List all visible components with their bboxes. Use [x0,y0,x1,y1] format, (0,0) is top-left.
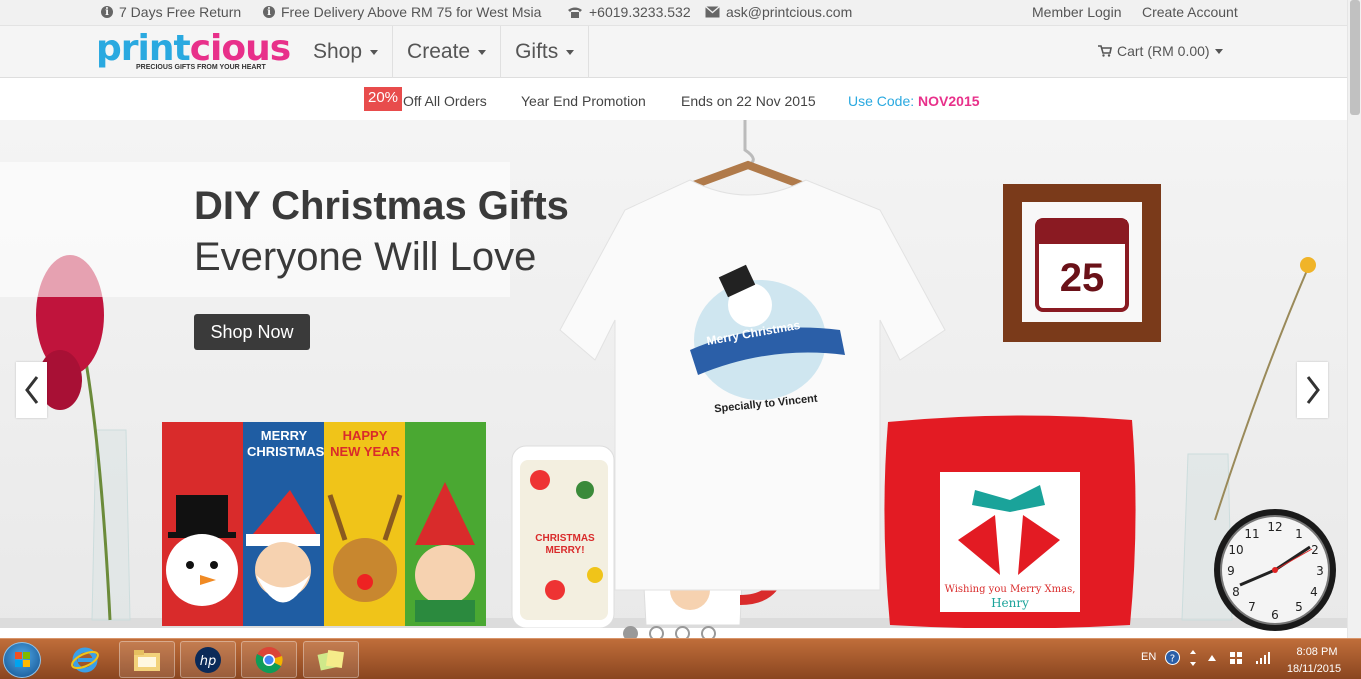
windows-logo-icon [15,652,30,667]
promo-code-group: Use Code: NOV2015 [848,93,980,109]
create-menu-label: Create [407,40,471,63]
promo-code-label: Use Code: [848,93,915,109]
pillow-text: Wishing you Merry Xmas, [944,584,1076,595]
scrollbar-thumb[interactable] [1350,0,1360,115]
chrome-icon [255,646,283,673]
promo-bar[interactable]: 20% Off All Orders Year End Promotion En… [0,78,1347,120]
email-link[interactable]: ask@printcious.com [726,4,852,20]
free-return-text: 7 Days Free Return [119,4,242,20]
puzzle-happy-new-year-text: HAPPY NEW YEAR [330,428,400,459]
gifts-menu[interactable]: Gifts [501,26,590,78]
main-navbar: printcious PRECIOUS GIFTS FROM YOUR HEAR… [0,25,1347,78]
promo-end-date: Ends on 22 Nov 2015 [681,93,816,109]
network-signal-icon[interactable] [1255,651,1271,665]
taskbar-time[interactable]: 8:08 PM [1291,646,1343,658]
svg-text:1: 1 [1295,527,1303,541]
shop-menu-label: Shop [313,40,363,63]
printcious-logo[interactable]: printcious PRECIOUS GIFTS FROM YOUR HEAR… [96,28,291,76]
phone-info: +6019.3233.532 [567,4,691,20]
svg-text:4: 4 [1310,585,1318,599]
svg-text:5: 5 [1295,600,1303,614]
email-info: ask@printcious.com [705,4,852,20]
free-delivery-text: Free Delivery Above RM 75 for West Msia [281,4,542,20]
cart-icon [1098,45,1112,57]
puzzle-merry-christmas-text: MERRY CHRISTMAS [247,428,325,459]
action-center-flag-icon[interactable] [1229,651,1243,665]
svg-text:3: 3 [1316,564,1324,578]
taskbar-date[interactable]: 18/11/2015 [1283,663,1345,675]
shop-now-button[interactable]: Shop Now [194,314,310,350]
create-menu[interactable]: Create [393,26,502,78]
phone-number: +6019.3233.532 [589,4,691,20]
windows-taskbar: hp EN ? 8:08 PM 18/11/2015 [0,638,1361,679]
hero-title-line1: DIY Christmas Gifts [194,184,569,228]
caret-down-icon [566,49,575,55]
svg-text:hp: hp [200,654,217,669]
info-icon: i [263,6,275,18]
svg-text:6: 6 [1271,608,1279,622]
cart-label: Cart (RM 0.00) [1117,43,1210,59]
svg-text:7: 7 [1248,600,1256,614]
taskbar-file-explorer[interactable] [119,641,175,678]
promo-off-text: Off All Orders [403,93,487,109]
start-button[interactable] [3,642,41,678]
info-icon: i [101,6,113,18]
promo-name: Year End Promotion [521,93,646,109]
calendar-day: 25 [1059,256,1105,300]
taskbar-chrome[interactable] [241,641,297,678]
top-utility-bar: i 7 Days Free Return i Free Delivery Abo… [0,0,1347,25]
hero-title-line2: Everyone Will Love [194,235,537,279]
svg-text:9: 9 [1227,564,1235,578]
gifts-menu-label: Gifts [515,40,559,63]
phone-icon [568,7,582,18]
free-delivery-info: i Free Delivery Above RM 75 for West Msi… [263,4,541,20]
chevron-right-icon [1306,376,1320,404]
tray-arrows-icon[interactable] [1188,649,1198,667]
logo-wordmark: printcious [96,28,291,69]
chevron-left-icon [24,376,38,404]
calendar-month: DECEMBER [1043,244,1084,251]
nav-menu: Shop Create Gifts [298,26,590,78]
svg-text:8: 8 [1232,585,1240,599]
create-account-link[interactable]: Create Account [1142,4,1238,20]
cart-dropdown[interactable]: Cart (RM 0.00) [1098,43,1223,59]
taskbar-internet-explorer[interactable] [57,641,113,678]
shop-menu[interactable]: Shop [298,26,394,78]
svg-text:?: ? [1170,654,1175,665]
folder-icon [134,649,160,671]
taskbar-hp-app[interactable]: hp [180,641,236,678]
page-scrollbar[interactable] [1347,0,1361,638]
hp-logo-icon: hp [195,646,221,673]
svg-text:11: 11 [1244,527,1259,541]
show-hidden-icons-icon[interactable] [1207,654,1217,662]
svg-text:10: 10 [1228,543,1243,557]
caret-down-icon [1214,48,1223,54]
desktop-clock-gadget: 12 12 3 45 6 78 9 1011 [1214,509,1336,631]
help-icon[interactable]: ? [1165,650,1180,665]
taskbar-sticky-notes[interactable] [303,641,359,678]
carousel-prev-button[interactable] [16,362,47,418]
promo-code: NOV2015 [918,93,980,109]
free-return-info: i 7 Days Free Return [101,4,241,20]
member-login-link[interactable]: Member Login [1032,4,1122,20]
internet-explorer-icon [71,647,99,672]
sticky-notes-icon [317,649,345,670]
svg-text:12: 12 [1267,520,1282,534]
caret-down-icon [478,49,487,55]
logo-tagline: PRECIOUS GIFTS FROM YOUR HEART [136,64,266,71]
pillow-name: Henry [991,596,1029,610]
phone-case-text: CHRISTMAS MERRY! [535,533,595,556]
discount-badge: 20% [364,87,403,111]
caret-down-icon [370,49,379,55]
carousel-next-button[interactable] [1297,362,1328,418]
svg-text:2: 2 [1311,543,1319,557]
hero-carousel: DIY Christmas Gifts Everyone Will Love S… [0,120,1347,628]
envelope-icon [705,6,720,18]
language-indicator[interactable]: EN [1141,651,1156,663]
